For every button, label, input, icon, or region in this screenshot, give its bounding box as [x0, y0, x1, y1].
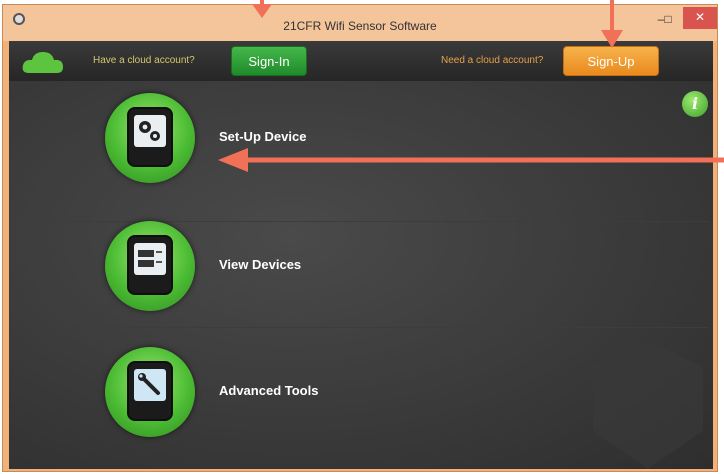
arrow-to-sign-in — [252, 0, 272, 18]
annotation-arrows — [218, 0, 724, 172]
arrow-to-setup-device — [218, 148, 724, 172]
arrow-to-sign-up — [601, 0, 623, 48]
